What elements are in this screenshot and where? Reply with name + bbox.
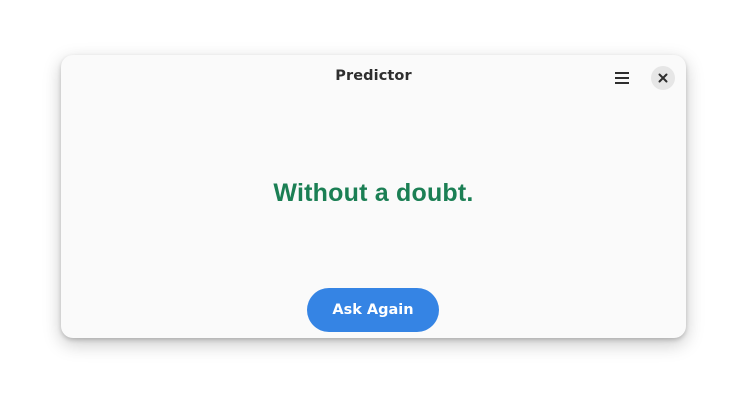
prediction-answer: Without a doubt. <box>273 179 474 207</box>
close-icon <box>658 73 668 83</box>
close-button[interactable] <box>651 66 675 90</box>
predictor-window: Predictor Without a doubt. Ask Again <box>61 55 686 338</box>
hamburger-menu-icon <box>614 71 630 85</box>
header-bar: Predictor <box>61 55 686 101</box>
window-title: Predictor <box>335 68 412 84</box>
desktop-background: Predictor Without a doubt. Ask Again <box>0 0 747 405</box>
main-menu-button[interactable] <box>607 65 637 91</box>
ask-again-button[interactable]: Ask Again <box>307 288 439 332</box>
